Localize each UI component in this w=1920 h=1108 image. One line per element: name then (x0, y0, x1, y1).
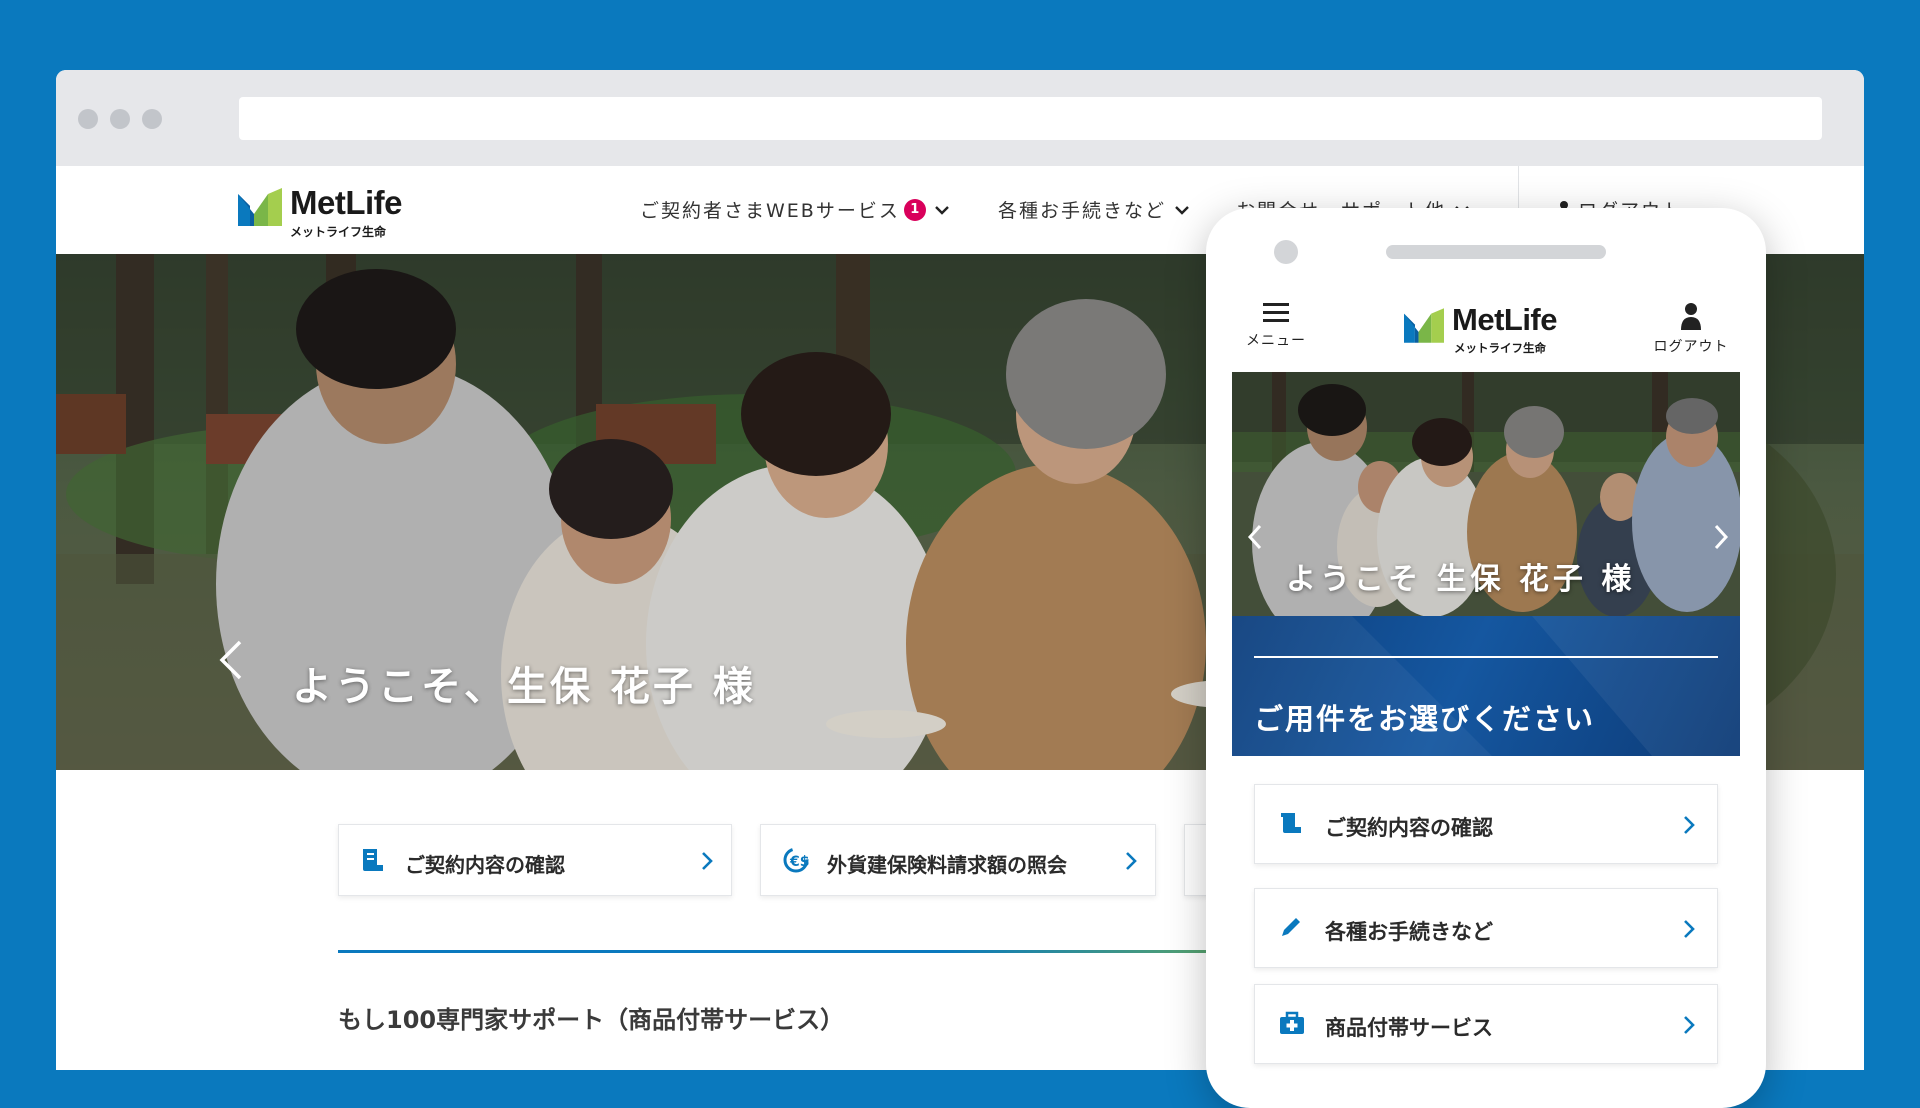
mobile-phone-frame: メニュー MetLife メットライフ生命 ログアウト ようこそ 生保 花子 様… (1206, 208, 1766, 1108)
mobile-card-procedures[interactable]: 各種お手続きなど (1254, 888, 1718, 968)
card-label: 外貨建保険料請求額の照会 (827, 853, 1067, 877)
mobile-logout-label: ログアウト (1653, 339, 1729, 355)
window-dot-maximize[interactable] (142, 109, 162, 129)
mobile-metlife-logo[interactable]: MetLife メットライフ生命 (1404, 302, 1594, 366)
metlife-logo[interactable]: MetLife メットライフ生命 (238, 184, 428, 242)
section-divider (338, 950, 1338, 953)
logo-wordmark: MetLife (290, 184, 403, 221)
window-dot-minimize[interactable] (110, 109, 130, 129)
metlife-logo-mark-icon (238, 188, 282, 226)
user-icon (1681, 303, 1701, 330)
select-prompt-title: ご用件をお選びください (1254, 702, 1596, 736)
chevron-right-icon (1684, 816, 1695, 834)
mobile-card-product-services[interactable]: 商品付帯サービス (1254, 984, 1718, 1064)
chevron-down-icon (934, 205, 949, 215)
first-aid-kit-icon (1280, 1011, 1304, 1034)
metlife-logo-mark-icon (1404, 308, 1444, 343)
hamburger-menu-icon (1263, 303, 1289, 322)
section-title: もし100専門家サポート（商品付帯サービス） (338, 1006, 845, 1034)
address-bar[interactable] (239, 97, 1822, 140)
document-icon (363, 849, 383, 871)
currency-exchange-icon: €$ (783, 847, 809, 873)
logo-subtitle: メットライフ生命 (1454, 341, 1546, 355)
mobile-card-contract-details[interactable]: ご契約内容の確認 (1254, 784, 1718, 864)
mobile-hero-banner: ようこそ 生保 花子 様 (1232, 372, 1740, 616)
mobile-menu-label: メニュー (1246, 333, 1306, 349)
card-label: 各種お手続きなど (1325, 920, 1493, 944)
nav-contract-web-label: ご契約者さまWEBサービス (640, 200, 900, 222)
mobile-menu-button[interactable]: メニュー (1244, 302, 1308, 350)
notification-badge: 1 (903, 198, 926, 221)
nav-procedures[interactable]: 各種お手続きなど (998, 196, 1190, 223)
hero-welcome-text: ようこそ、生保 花子 様 (292, 664, 756, 710)
chevron-down-icon (1175, 205, 1189, 215)
hero-prev-arrow-icon[interactable] (216, 638, 246, 682)
nav-procedures-label: 各種お手続きなど (998, 200, 1167, 222)
phone-camera (1274, 240, 1298, 264)
card-contract-details[interactable]: ご契約内容の確認 (338, 824, 732, 896)
mobile-hero-welcome-text: ようこそ 生保 花子 様 (1286, 562, 1636, 597)
card-foreign-premium[interactable]: €$ 外貨建保険料請求額の照会 (760, 824, 1156, 896)
mobile-hero-prev-arrow-icon[interactable] (1246, 522, 1264, 552)
svg-text:€$: €$ (789, 854, 809, 870)
mobile-select-panel: ご用件をお選びください (1232, 616, 1740, 756)
nav-contract-web[interactable]: ご契約者さまWEBサービス 1 (640, 196, 950, 223)
chevron-right-icon (1684, 1016, 1695, 1034)
chevron-right-icon (1126, 852, 1137, 870)
window-dot-close[interactable] (78, 109, 98, 129)
chevron-right-icon (1684, 920, 1695, 938)
card-label: 商品付帯サービス (1325, 1016, 1493, 1040)
document-icon (1281, 813, 1301, 833)
mobile-hero-next-arrow-icon[interactable] (1712, 522, 1730, 552)
card-label: ご契約内容の確認 (405, 853, 565, 877)
card-label: ご契約内容の確認 (1325, 816, 1493, 840)
logo-wordmark: MetLife (1452, 302, 1558, 337)
browser-toolbar (56, 70, 1864, 166)
chevron-right-icon (702, 852, 713, 870)
mobile-logout-button[interactable]: ログアウト (1646, 302, 1736, 356)
phone-speaker (1386, 245, 1606, 259)
pencil-icon (1282, 918, 1300, 936)
logo-subtitle: メットライフ生命 (290, 225, 387, 239)
panel-divider-line (1254, 656, 1718, 658)
